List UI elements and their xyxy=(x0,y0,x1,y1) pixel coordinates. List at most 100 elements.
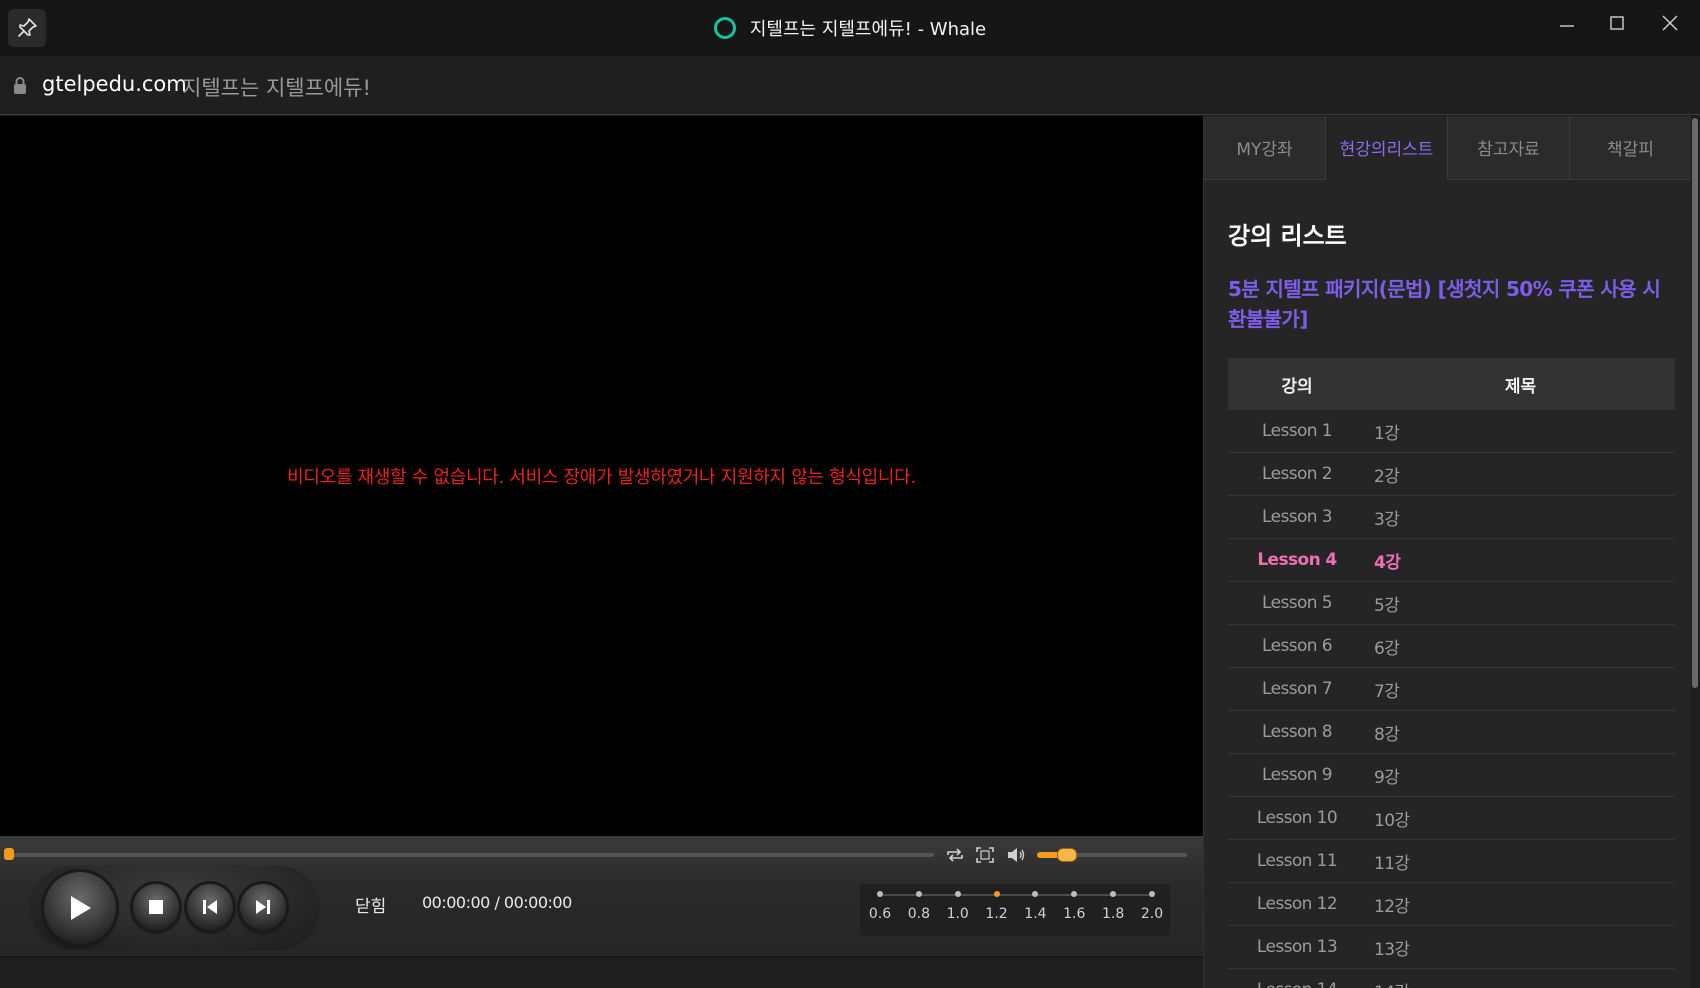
stop-button[interactable] xyxy=(133,884,179,930)
speed-option-label[interactable]: 1.0 xyxy=(947,906,969,922)
address-page-title: 지텔프는 지텔프에듀! xyxy=(182,76,371,100)
speed-option-label[interactable]: 0.8 xyxy=(908,906,930,922)
lesson-number: Lesson 6 xyxy=(1228,624,1366,668)
seek-handle[interactable] xyxy=(4,848,14,860)
header-lesson: 강의 xyxy=(1228,358,1366,410)
lesson-row[interactable]: Lesson 3 3강 xyxy=(1228,495,1675,539)
maximize-icon xyxy=(1610,16,1624,30)
speed-option-label[interactable]: 0.6 xyxy=(869,906,891,922)
tab-current-lectures[interactable]: 현강의리스트 xyxy=(1326,116,1448,180)
speed-option-dot[interactable] xyxy=(954,891,961,897)
volume-handle[interactable] xyxy=(1057,848,1077,862)
seek-bar[interactable] xyxy=(10,853,934,857)
address-bar[interactable]: gtelpedu.com 지텔프는 지텔프에듀! xyxy=(0,56,1700,115)
next-button[interactable] xyxy=(240,884,286,930)
player-controls: 닫힘 00:00:00 / 00:00:00 0.6 0.8 1.0 1.2 1.4 1.… xyxy=(0,836,1203,958)
minimize-button[interactable] xyxy=(1540,0,1594,46)
speed-option-dot[interactable] xyxy=(1110,891,1117,897)
minimize-icon xyxy=(1560,25,1574,27)
lock-icon xyxy=(14,77,26,94)
title-bar: 지텔프는 지텔프에듀! - Whale xyxy=(0,0,1700,56)
speed-option-dot[interactable] xyxy=(1032,891,1039,897)
section-title: 강의 리스트 xyxy=(1228,222,1347,250)
lesson-row[interactable]: Lesson 10 10강 xyxy=(1228,796,1675,840)
speed-option-label[interactable]: 1.4 xyxy=(1024,906,1046,922)
course-title: 5분 지텔프 패키지(문법) [생첫지 50% 쿠폰 사용 시 환불불가] xyxy=(1228,277,1661,331)
lesson-row[interactable]: Lesson 11 11강 xyxy=(1228,839,1675,883)
close-icon xyxy=(1662,15,1678,31)
lesson-row[interactable]: Lesson 9 9강 xyxy=(1228,753,1675,797)
speed-option-dot[interactable] xyxy=(993,891,1000,897)
time-display: 00:00:00 / 00:00:00 xyxy=(422,893,572,912)
tab-references[interactable]: 참고자료 xyxy=(1448,116,1570,180)
video-error-message: 비디오를 재생할 수 없습니다. 서비스 장애가 발생하였거나 지원하지 않는 … xyxy=(287,467,916,488)
close-button[interactable] xyxy=(1643,0,1697,46)
lesson-row[interactable]: Lesson 5 5강 xyxy=(1228,581,1675,625)
tab-my-courses[interactable]: MY강좌 xyxy=(1204,116,1326,180)
tab-bookmarks[interactable]: 책갈피 xyxy=(1570,116,1692,180)
speed-selector: 0.6 0.8 1.0 1.2 1.4 1.6 1.8 2.0 xyxy=(860,884,1170,936)
speed-option-dot[interactable] xyxy=(877,891,883,897)
lesson-number: Lesson 14 xyxy=(1228,968,1366,988)
lesson-title: 11강 xyxy=(1366,839,1675,883)
lesson-row[interactable]: Lesson 8 8강 xyxy=(1228,710,1675,754)
speed-option-label[interactable]: 1.2 xyxy=(985,906,1007,922)
lesson-title: 5강 xyxy=(1366,581,1675,625)
speed-option-dot[interactable] xyxy=(1071,891,1078,897)
repeat-button[interactable] xyxy=(944,845,966,865)
whale-logo-icon xyxy=(713,17,736,39)
lesson-number: Lesson 7 xyxy=(1228,667,1366,711)
lesson-row[interactable]: Lesson 1414강 xyxy=(1228,968,1675,988)
fullscreen-button[interactable] xyxy=(974,845,996,865)
window-title: 지텔프는 지텔프에듀! - Whale xyxy=(749,19,987,40)
lesson-row[interactable]: Lesson 2 2강 xyxy=(1228,452,1675,496)
header-title: 제목 xyxy=(1366,358,1675,410)
pin-icon xyxy=(18,18,37,37)
lesson-row[interactable]: Lesson 7 7강 xyxy=(1228,667,1675,711)
lesson-row[interactable]: Lesson 12 12강 xyxy=(1228,882,1675,926)
play-icon xyxy=(71,896,91,920)
speed-option-label[interactable]: 1.8 xyxy=(1102,906,1124,922)
player-status: 닫힘 xyxy=(355,897,387,917)
lesson-row[interactable]: Lesson 1 1강 xyxy=(1228,410,1675,453)
lesson-number: Lesson 3 xyxy=(1228,495,1366,539)
lesson-title: 2강 xyxy=(1366,452,1675,496)
maximize-button[interactable] xyxy=(1590,0,1644,46)
video-player[interactable]: 비디오를 재생할 수 없습니다. 서비스 장애가 발생하였거나 지원하지 않는 … xyxy=(0,116,1203,836)
speed-option-dot[interactable] xyxy=(915,891,922,897)
lesson-title: 3강 xyxy=(1366,495,1675,539)
lesson-row[interactable]: Lesson 13 13강 xyxy=(1228,925,1675,969)
lesson-number: Lesson 2 xyxy=(1228,452,1366,496)
panel-tabs: MY강좌 현강의리스트 참고자료 책갈피 xyxy=(1204,116,1692,180)
previous-button[interactable] xyxy=(187,884,233,930)
lesson-title: 9강 xyxy=(1366,753,1675,797)
speed-option-dot[interactable] xyxy=(1149,891,1155,897)
lesson-row[interactable]: Lesson 4 4강 xyxy=(1228,538,1675,582)
lesson-row[interactable]: Lesson 6 6강 xyxy=(1228,624,1675,668)
play-button[interactable] xyxy=(44,872,116,944)
speed-option-label[interactable]: 1.6 xyxy=(1063,906,1085,922)
address-domain: gtelpedu.com xyxy=(42,72,187,96)
volume-button[interactable] xyxy=(1005,845,1027,865)
lesson-title: 8강 xyxy=(1366,710,1675,754)
lesson-table: 강의 제목 Lesson 1 1강 Lesson 2 2강 Lesson 3 3강 Less… xyxy=(1228,358,1675,988)
lesson-title: 13강 xyxy=(1366,925,1675,969)
lesson-number: Lesson 8 xyxy=(1228,710,1366,754)
pin-button[interactable] xyxy=(8,9,46,47)
lesson-title: 14강 xyxy=(1366,968,1675,988)
playback-buttons xyxy=(30,866,320,950)
skip-next-icon xyxy=(256,900,270,914)
lesson-number: Lesson 13 xyxy=(1228,925,1366,969)
lesson-title: 10강 xyxy=(1366,796,1675,840)
speaker-icon xyxy=(1008,848,1025,862)
scrollbar-thumb[interactable] xyxy=(1692,118,1698,688)
speed-option-label[interactable]: 2.0 xyxy=(1141,906,1163,922)
repeat-icon xyxy=(947,848,963,862)
lesson-title: 6강 xyxy=(1366,624,1675,668)
lesson-number: Lesson 10 xyxy=(1228,796,1366,840)
lesson-title: 1강 xyxy=(1366,410,1675,453)
lesson-number: Lesson 4 xyxy=(1228,538,1366,582)
stop-icon xyxy=(149,900,163,914)
lecture-panel: MY강좌 현강의리스트 참고자료 책갈피 강의 리스트 5분 지텔프 패키지(문… xyxy=(1203,116,1692,988)
lesson-title: 4강 xyxy=(1366,538,1675,582)
